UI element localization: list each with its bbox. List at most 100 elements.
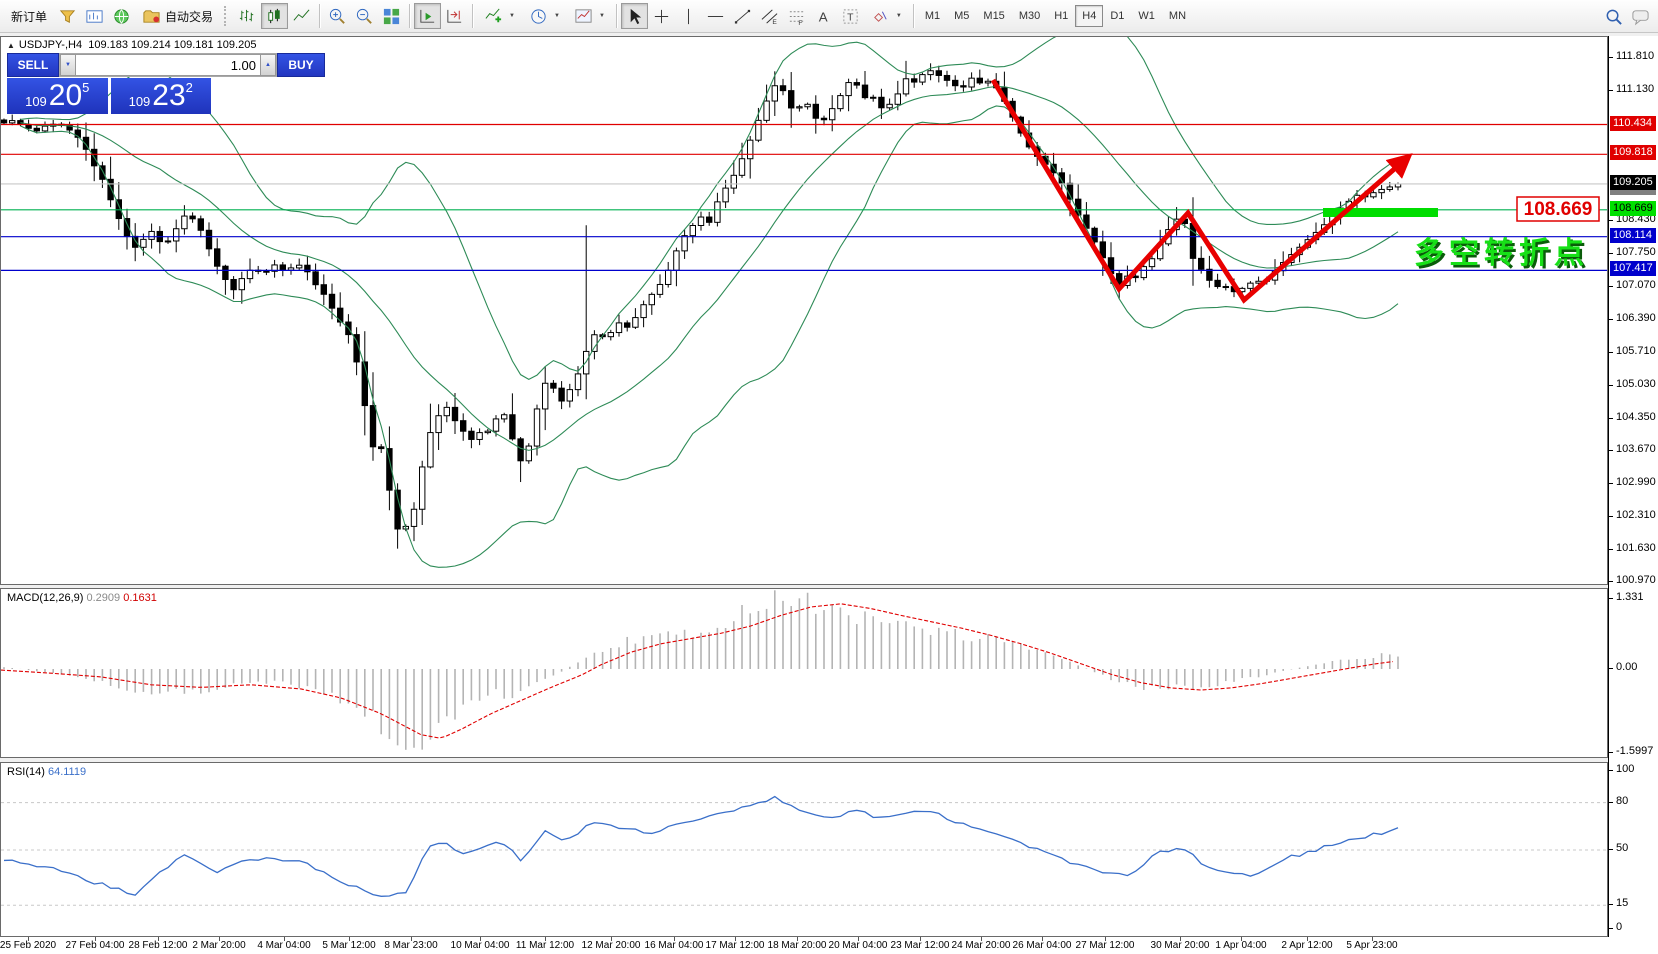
macd-label: MACD(12,26,9) 0.2909 0.1631 xyxy=(7,592,157,604)
toolbar-separator xyxy=(472,4,473,28)
cursor-button[interactable] xyxy=(621,3,648,29)
volume-input[interactable] xyxy=(76,54,260,76)
collapse-icon[interactable]: ▲ xyxy=(7,41,15,50)
time-axis[interactable]: 25 Feb 202027 Feb 04:0028 Feb 12:002 Mar… xyxy=(0,937,1658,954)
axis-tick xyxy=(1609,57,1613,58)
chart-title: ▲USDJPY-,H4 109.183 109.214 109.181 109.… xyxy=(7,39,256,51)
rsi-canvas[interactable] xyxy=(1,763,1607,936)
chat-icon[interactable] xyxy=(1627,3,1654,29)
equidistant-channel-button[interactable]: E xyxy=(756,3,783,29)
time-label: 11 Mar 12:00 xyxy=(510,940,580,951)
text-button[interactable]: A xyxy=(810,3,837,29)
axis-tick xyxy=(1609,904,1613,905)
symbol-label: USDJPY-,H4 xyxy=(19,39,82,51)
new-chart-icon[interactable] xyxy=(81,3,108,29)
tab-timeframe-m30[interactable]: M30 xyxy=(1012,5,1047,27)
tile-windows-button[interactable] xyxy=(378,3,405,29)
price-tick-label: 103.670 xyxy=(1616,443,1656,455)
axis-tick xyxy=(1609,385,1613,386)
new-order-button[interactable]: 新订单 xyxy=(4,3,54,29)
time-label: 23 Mar 12:00 xyxy=(885,940,955,951)
price-tag-109.205: 109.205 xyxy=(1610,175,1656,190)
bar-chart-button[interactable] xyxy=(234,3,261,29)
indicators-button[interactable]: ▼ xyxy=(477,3,522,29)
volume-decrease-button[interactable]: ▼ xyxy=(60,54,76,76)
axis-tick xyxy=(1609,418,1613,419)
macd-pane[interactable]: MACD(12,26,9) 0.2909 0.1631 xyxy=(0,588,1608,758)
price-tick-label: 111.810 xyxy=(1616,50,1654,62)
time-label: 27 Feb 04:00 xyxy=(60,940,130,951)
funnel-icon[interactable] xyxy=(54,3,81,29)
price-axis[interactable]: 111.810111.130108.430107.750107.070106.3… xyxy=(1608,36,1658,954)
macd-canvas[interactable] xyxy=(1,589,1607,757)
zoom-out-button[interactable] xyxy=(351,3,378,29)
tab-timeframe-h1[interactable]: H1 xyxy=(1047,5,1075,27)
svg-text:F: F xyxy=(798,20,802,26)
auto-scroll-button[interactable] xyxy=(414,3,441,29)
folder-icon xyxy=(142,7,161,26)
sell-button[interactable]: SELL xyxy=(7,53,59,77)
tab-timeframe-m15[interactable]: M15 xyxy=(976,5,1011,27)
svg-text:A: A xyxy=(819,9,828,24)
price-tick-label: 107.750 xyxy=(1616,246,1656,258)
globe-icon[interactable] xyxy=(108,3,135,29)
text-label-button[interactable]: T xyxy=(837,3,864,29)
trendline-button[interactable] xyxy=(729,3,756,29)
price-chart-canvas[interactable]: 多空转折点多空转折点108.669 xyxy=(1,37,1607,584)
svg-text:T: T xyxy=(847,12,854,23)
buy-price-button[interactable]: 109 23 2 xyxy=(111,78,212,114)
price-tag-109.818: 109.818 xyxy=(1610,145,1656,160)
macd-tick-label: 0.00 xyxy=(1616,661,1637,673)
buy-price-big: 23 xyxy=(152,81,185,111)
time-label: 8 Mar 23:00 xyxy=(376,940,446,951)
tab-timeframe-w1[interactable]: W1 xyxy=(1131,5,1162,27)
price-tick-label: 105.710 xyxy=(1616,345,1656,357)
tab-timeframe-h4[interactable]: H4 xyxy=(1075,5,1103,27)
search-button[interactable] xyxy=(1600,3,1627,29)
time-label: 17 Mar 12:00 xyxy=(700,940,770,951)
tab-timeframe-mn[interactable]: MN xyxy=(1162,5,1193,27)
templates-button[interactable]: ▼ xyxy=(567,3,612,29)
fibonacci-button[interactable]: F xyxy=(783,3,810,29)
rsi-tick-label: 0 xyxy=(1616,921,1622,933)
rsi-label: RSI(14) 64.1119 xyxy=(7,766,86,778)
axis-tick xyxy=(1609,802,1613,803)
volume-increase-button[interactable]: ▲ xyxy=(260,54,276,76)
candlestick-chart-button[interactable] xyxy=(261,3,288,29)
periods-button[interactable]: ▼ xyxy=(522,3,567,29)
price-tick-label: 111.130 xyxy=(1616,83,1654,95)
zoom-in-button[interactable] xyxy=(324,3,351,29)
axis-tick xyxy=(1609,598,1613,599)
chevron-down-icon: ▼ xyxy=(896,13,902,19)
buy-button[interactable]: BUY xyxy=(277,53,325,77)
time-label: 30 Mar 20:00 xyxy=(1145,940,1215,951)
price-tick-label: 102.310 xyxy=(1616,509,1656,521)
time-label: 12 Mar 20:00 xyxy=(576,940,646,951)
rsi-tick-label: 80 xyxy=(1616,795,1628,807)
sell-price-big: 20 xyxy=(49,81,82,111)
price-tick-label: 101.630 xyxy=(1616,542,1656,554)
volume-control: ▼ ▲ xyxy=(59,53,277,77)
time-label: 26 Mar 04:00 xyxy=(1007,940,1077,951)
time-label: 2 Apr 12:00 xyxy=(1272,940,1342,951)
axis-tick xyxy=(1609,928,1613,929)
price-tick-label: 107.070 xyxy=(1616,279,1656,291)
toolbar-separator xyxy=(616,4,617,28)
auto-trading-button[interactable]: 自动交易 xyxy=(135,3,220,29)
axis-tick xyxy=(1609,450,1613,451)
line-chart-button[interactable] xyxy=(288,3,315,29)
arrows-button[interactable]: ▼ xyxy=(864,3,909,29)
axis-tick xyxy=(1609,90,1613,91)
chart-shift-button[interactable] xyxy=(441,3,468,29)
timeframe-group: M1M5M15M30H1H4D1W1MN xyxy=(918,5,1193,27)
rsi-pane[interactable]: RSI(14) 64.1119 xyxy=(0,762,1608,937)
tab-timeframe-d1[interactable]: D1 xyxy=(1103,5,1131,27)
vertical-line-button[interactable] xyxy=(675,3,702,29)
axis-tick xyxy=(1609,253,1613,254)
tab-timeframe-m1[interactable]: M1 xyxy=(918,5,947,27)
sell-price-button[interactable]: 109 20 5 xyxy=(7,78,108,114)
main-chart-pane[interactable]: 多空转折点多空转折点108.669 ▲USDJPY-,H4 109.183 10… xyxy=(0,36,1608,585)
tab-timeframe-m5[interactable]: M5 xyxy=(947,5,976,27)
crosshair-button[interactable] xyxy=(648,3,675,29)
horizontal-line-button[interactable] xyxy=(702,3,729,29)
